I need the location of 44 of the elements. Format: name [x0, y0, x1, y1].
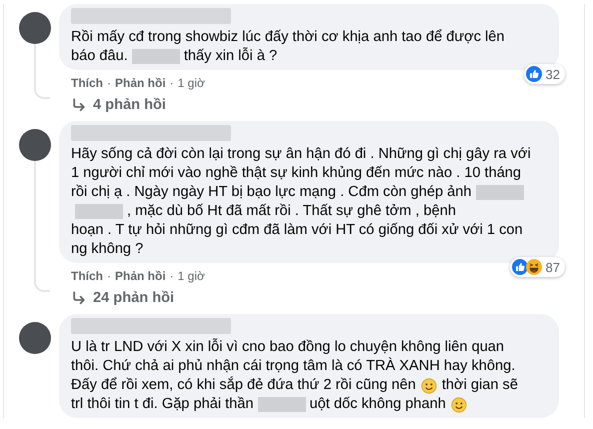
- reply-arrow-icon: [71, 97, 87, 113]
- comment-text: rồi chị ạ . Ngày ngày HT bị bạo lực mạng . Cđm còn ghép ảnh: [71, 183, 472, 202]
- avatar: [19, 12, 51, 44]
- timestamp: 1 giờ: [178, 269, 205, 283]
- view-replies-link[interactable]: 4 phản hồi: [59, 91, 559, 113]
- action-link[interactable]: Phản hồi: [115, 76, 166, 90]
- reaction-summary[interactable]: 32: [524, 64, 565, 84]
- reaction-summary[interactable]: 87: [510, 257, 565, 277]
- comment-text: trl thôi tin t đi. Gặp phải thần: [71, 395, 254, 414]
- comment-text: báo đâu.: [71, 47, 128, 66]
- comment-text: U là tr LND với X xin lỗi vì cno bao đồng lo chuyện không liên quan: [71, 338, 504, 357]
- smiley-icon: [420, 378, 437, 394]
- thumbs-up-icon: [512, 259, 528, 275]
- blurred-text: [75, 204, 123, 219]
- avatar: [19, 322, 51, 354]
- thumbs-up-icon: [526, 66, 542, 82]
- comment-text: ng không ?: [71, 240, 144, 259]
- comment-text: Rồi mấy cđ trong showbiz lúc đấy thời cơ khịa anh tao để được lên: [71, 28, 505, 47]
- timestamp: 1 giờ: [178, 76, 205, 90]
- action-link[interactable]: Phản hồi: [115, 269, 166, 283]
- smiley-icon: [450, 396, 467, 412]
- comment-text: , mặc dù bố Ht đã mất rồi . Thất sự ghê tởm , bệnh: [127, 202, 456, 221]
- laughing-face-icon: [526, 259, 542, 275]
- comment-text: thấy xin lỗi à ?: [184, 47, 278, 66]
- reply-arrow-icon: [71, 290, 87, 306]
- comment-text: 1 người chỉ mới vào nghề thật sự kinh khủng đến mức nào . 10 tháng: [71, 164, 522, 183]
- comment-text: uột dốc không phanh: [310, 395, 446, 414]
- avatar: [19, 129, 51, 161]
- view-replies-link[interactable]: 24 phản hồi: [59, 284, 559, 306]
- action-link[interactable]: Thích: [71, 76, 103, 90]
- thread-line: [34, 44, 50, 99]
- separator-dot: ·: [107, 76, 111, 90]
- separator-dot: ·: [107, 269, 111, 283]
- comment-text: hoạn . T tự hỏi những gì cđm đã làm với HT có giống đối xử với 1 con: [71, 221, 523, 240]
- blurred-text: [258, 397, 306, 412]
- separator-dot: ·: [170, 76, 174, 90]
- comment-text: thời gian sẽ: [442, 376, 518, 395]
- blurred-text: [476, 185, 524, 200]
- comment-text: thôi. Chứ chả ai phủ nhận cái trọng tâm là có TRÀ XANH hay không.: [71, 357, 516, 376]
- comment-text: Hãy sống cả đời còn lại trong sự ân hận đó đi . Những gì chị gây ra với: [71, 145, 531, 164]
- separator-dot: ·: [170, 269, 174, 283]
- action-link[interactable]: Thích: [71, 269, 103, 283]
- blurred-text: [132, 49, 180, 64]
- comment-text: Đấy để rồi xem, có khi sắp đẻ đứa thứ 2 rồi cũng nên: [71, 376, 416, 395]
